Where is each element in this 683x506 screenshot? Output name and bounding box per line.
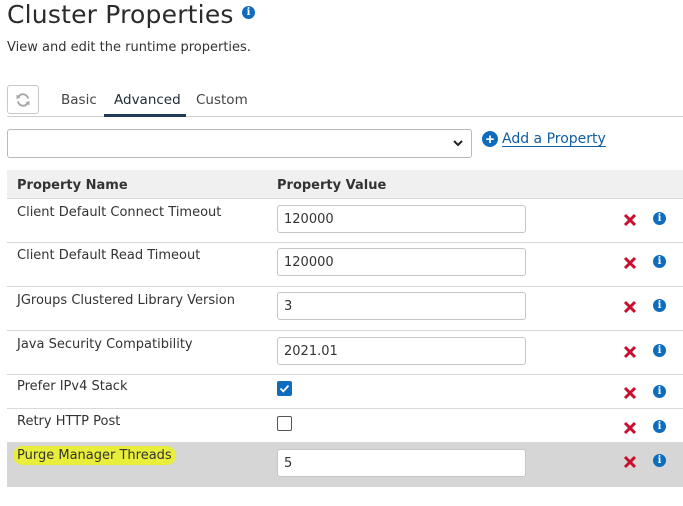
delete-icon[interactable] <box>622 212 638 228</box>
delete-icon[interactable] <box>622 344 638 360</box>
chevron-down-icon <box>453 140 463 147</box>
info-icon[interactable]: i <box>653 344 666 357</box>
info-icon[interactable]: i <box>653 255 666 268</box>
refresh-icon <box>16 92 30 107</box>
delete-icon[interactable] <box>622 299 638 315</box>
table-row: Prefer IPv4 Stack i <box>7 375 683 409</box>
property-name: Retry HTTP Post <box>17 414 121 429</box>
info-icon[interactable]: i <box>242 6 255 19</box>
refresh-button[interactable] <box>7 85 39 114</box>
delete-icon[interactable] <box>622 385 638 401</box>
property-name: Client Default Read Timeout <box>17 248 201 263</box>
property-value-input[interactable]: 120000 <box>277 248 526 276</box>
properties-table: Property Name Property Value Client Defa… <box>7 170 683 487</box>
table-header: Property Name Property Value <box>7 170 683 199</box>
delete-icon[interactable] <box>622 420 638 436</box>
add-property-link[interactable]: + Add a Property <box>482 131 606 147</box>
property-name: Java Security Compatibility <box>17 337 193 352</box>
column-header-name: Property Name <box>17 178 128 193</box>
property-value-checkbox[interactable] <box>277 416 292 431</box>
table-row: Client Default Connect Timeout 120000 i <box>7 199 683 243</box>
info-icon[interactable]: i <box>653 420 666 433</box>
property-select[interactable] <box>7 129 472 158</box>
property-name: Prefer IPv4 Stack <box>17 379 128 394</box>
property-value-input[interactable]: 2021.01 <box>277 337 526 365</box>
page-title: Cluster Properties <box>7 0 234 29</box>
tab-custom[interactable]: Custom <box>196 92 248 108</box>
tab-basic[interactable]: Basic <box>61 92 97 108</box>
table-row: Retry HTTP Post i <box>7 409 683 443</box>
tab-advanced[interactable]: Advanced <box>114 92 181 108</box>
property-value-checkbox[interactable] <box>277 381 292 396</box>
plus-circle-icon: + <box>482 131 498 147</box>
table-row: Client Default Read Timeout 120000 i <box>7 243 683 287</box>
property-value-input[interactable]: 120000 <box>277 205 526 233</box>
checkmark-icon <box>279 384 290 393</box>
table-row: Java Security Compatibility 2021.01 i <box>7 331 683 375</box>
property-value-input[interactable]: 3 <box>277 292 526 320</box>
property-name: Client Default Connect Timeout <box>17 205 222 220</box>
add-property-label: Add a Property <box>502 131 606 147</box>
tab-bar: Basic Advanced Custom <box>0 89 683 118</box>
highlight-mark: Purge Manager Threads <box>13 446 176 465</box>
info-icon[interactable]: i <box>653 454 666 467</box>
page-subtitle: View and edit the runtime properties. <box>7 40 251 55</box>
info-icon[interactable]: i <box>653 212 666 225</box>
delete-icon[interactable] <box>622 255 638 271</box>
active-tab-indicator <box>104 114 186 117</box>
column-header-value: Property Value <box>277 178 387 193</box>
table-row: JGroups Clustered Library Version 3 i <box>7 287 683 331</box>
property-name: Purge Manager Threads <box>13 446 176 465</box>
info-icon[interactable]: i <box>653 299 666 312</box>
info-icon[interactable]: i <box>653 385 666 398</box>
property-value-input[interactable]: 5 <box>277 449 526 477</box>
property-name: JGroups Clustered Library Version <box>17 293 235 308</box>
table-row-selected: Purge Manager Threads 5 i <box>7 443 683 487</box>
delete-icon[interactable] <box>622 454 638 470</box>
